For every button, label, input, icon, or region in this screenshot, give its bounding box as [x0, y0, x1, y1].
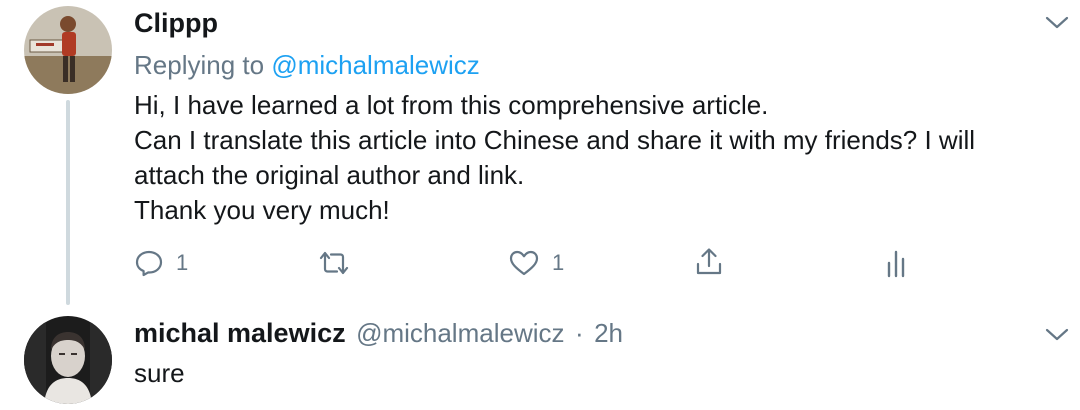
like-icon — [508, 248, 540, 278]
tweet-text-line: Hi, I have learned a lot from this compr… — [134, 90, 769, 120]
reply-icon — [134, 248, 164, 278]
tweet-text-line: Can I translate this article into Chines… — [134, 125, 976, 155]
like-button[interactable]: 1 — [508, 248, 564, 278]
display-name[interactable]: Clippp — [134, 8, 218, 39]
tweet-text-line: attach the original author and link. — [134, 160, 525, 190]
avatar-clippp[interactable] — [24, 6, 112, 94]
like-count: 1 — [552, 250, 565, 275]
avatar-michal-malewicz[interactable] — [24, 316, 112, 404]
replying-to-handle-link[interactable]: @michalmalewicz — [271, 50, 479, 80]
analytics-button[interactable] — [884, 248, 912, 278]
display-name[interactable]: michal malewicz — [134, 318, 346, 348]
share-icon — [694, 246, 724, 278]
analytics-icon — [884, 248, 912, 278]
reply-count: 1 — [176, 250, 189, 275]
tweet-text-line: Thank you very much! — [134, 195, 390, 225]
chevron-down-icon[interactable] — [1042, 12, 1072, 32]
retweet-icon — [316, 248, 352, 278]
replying-to-label: Replying to — [134, 50, 265, 80]
tweet-text: Hi, I have learned a lot from this compr… — [134, 88, 1064, 228]
timestamp[interactable]: 2h — [594, 318, 623, 348]
retweet-button[interactable] — [316, 248, 364, 278]
chevron-down-icon[interactable] — [1042, 324, 1072, 344]
share-button[interactable] — [694, 246, 724, 278]
replying-to: Replying to @michalmalewicz — [134, 50, 480, 81]
reply-button[interactable]: 1 — [134, 248, 188, 278]
thread-line — [66, 100, 70, 305]
user-handle[interactable]: @michalmalewicz — [356, 318, 564, 348]
tweet-text: sure — [134, 358, 185, 388]
tweet-header: michal malewicz @michalmalewicz · 2h — [134, 318, 623, 349]
separator-dot: · — [574, 318, 584, 348]
